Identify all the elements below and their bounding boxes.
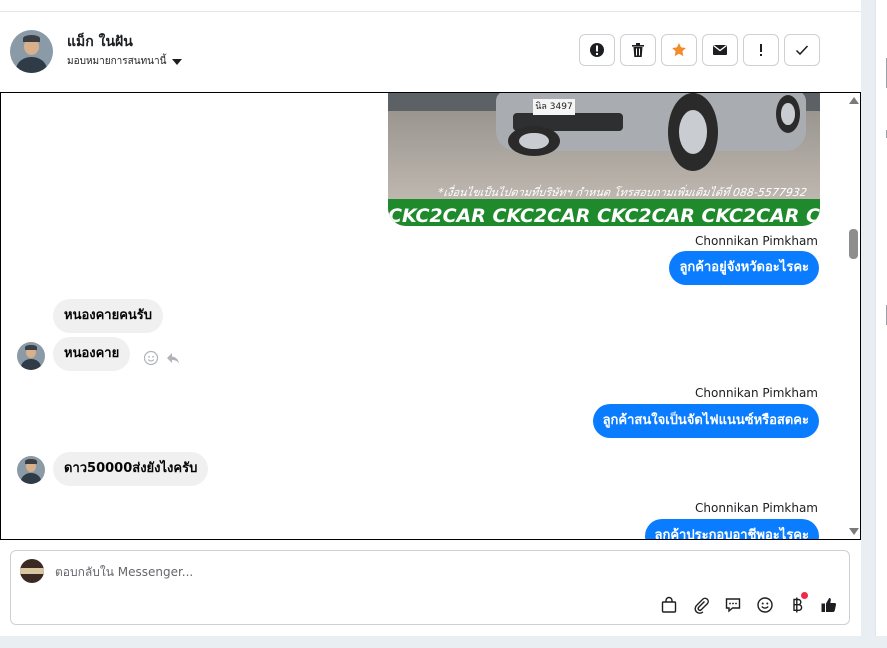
car-photo-attachment[interactable]: นิล 3497 *เงื่อนไขเป็นไปตามที่บริษัทฯ กำ…: [388, 93, 820, 226]
scroll-down-arrow[interactable]: [849, 528, 859, 535]
assign-label: มอบหมายการสนทนานี้: [67, 56, 167, 67]
report-spam-button[interactable]: [579, 34, 615, 66]
outgoing-message[interactable]: ลูกค้าสนใจเป็นจัดไฟแนนซ์หรือสดคะ: [592, 404, 819, 438]
emoji-react-icon[interactable]: [143, 350, 159, 366]
mark-unread-button[interactable]: [702, 34, 738, 66]
message-sender: Chonnikan Pimkham: [695, 234, 818, 248]
thumbs-up-icon: [821, 598, 837, 612]
side-panel-edge: [875, 0, 887, 636]
saved-replies-button[interactable]: [723, 595, 743, 615]
message-reactions: [143, 350, 181, 366]
reply-composer: [10, 550, 850, 625]
contact-name[interactable]: แม็ก ในฝัน: [67, 31, 133, 53]
conversation-header: แม็ก ในฝัน มอบหมายการสนทนานี้: [0, 12, 861, 92]
envelope-icon: [713, 44, 727, 55]
incoming-message[interactable]: ดาว50000ส่งยังไงครับ: [53, 452, 209, 486]
send-like-button[interactable]: [819, 595, 839, 615]
exclamation-circle-icon: [590, 43, 604, 57]
message-sender: Chonnikan Pimkham: [695, 501, 818, 515]
composer-toolbar: [659, 592, 839, 615]
trash-icon: [632, 43, 644, 57]
inbox-panel: แม็ก ในฝัน มอบหมายการสนทนานี้ นิล 3497 *…: [0, 0, 861, 636]
assign-conversation-dropdown[interactable]: มอบหมายการสนทนานี้: [67, 54, 183, 69]
follow-up-button[interactable]: [743, 34, 779, 66]
scroll-up-arrow[interactable]: [849, 97, 859, 104]
scrollbar-thumb[interactable]: [849, 229, 858, 259]
star-button[interactable]: [661, 34, 697, 66]
exclamation-icon: [760, 44, 762, 56]
shopping-bag-icon: [661, 596, 677, 613]
message-sender: Chonnikan Pimkham: [695, 386, 818, 400]
shop-button[interactable]: [659, 595, 679, 615]
outgoing-message[interactable]: ลูกค้าอยู่จังหวัดอะไรคะ: [669, 251, 819, 285]
header-actions: [579, 34, 820, 66]
delete-button[interactable]: [620, 34, 656, 66]
paperclip-icon: [694, 597, 709, 614]
saved-reply-icon: [725, 598, 741, 613]
check-icon: [795, 45, 809, 56]
contact-avatar-small[interactable]: [17, 456, 45, 484]
reply-input[interactable]: [55, 561, 755, 583]
emoji-icon: [757, 597, 773, 613]
payment-button[interactable]: [787, 592, 808, 615]
notification-dot: [801, 592, 808, 599]
image-banner: CKC2CAR CKC2CAR CKC2CAR CKC2CAR CKC2: [388, 199, 820, 226]
incoming-message[interactable]: หนองคายคนรับ: [53, 299, 164, 333]
incoming-message[interactable]: หนองคาย: [53, 337, 131, 371]
license-plate: นิล 3497: [533, 99, 575, 115]
message-thread[interactable]: นิล 3497 *เงื่อนไขเป็นไปตามที่บริษัทฯ กำ…: [0, 92, 861, 540]
attach-button[interactable]: [691, 595, 711, 615]
emoji-button[interactable]: [755, 595, 775, 615]
reply-icon[interactable]: [165, 350, 181, 366]
contact-avatar[interactable]: [10, 30, 53, 73]
outgoing-message[interactable]: ลูกค้าประกอบอาชีพอะไรคะ: [644, 519, 819, 539]
contact-avatar-small[interactable]: [17, 342, 45, 370]
star-icon: [672, 43, 686, 57]
page-avatar: [20, 559, 44, 583]
mark-done-button[interactable]: [784, 34, 820, 66]
caret-down-icon: [172, 58, 183, 65]
